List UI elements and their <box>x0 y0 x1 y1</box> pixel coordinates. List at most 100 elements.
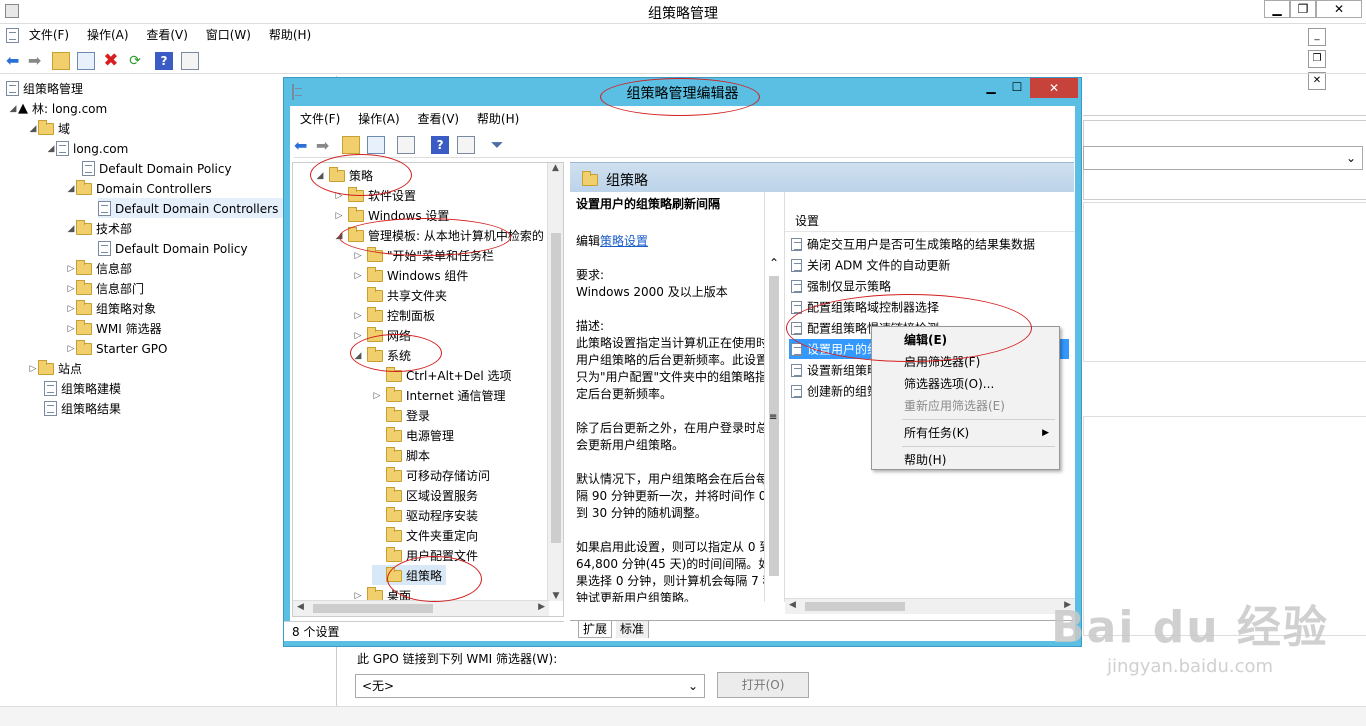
editor-tree-item[interactable]: ▷ Internet 通信管理 <box>372 385 505 405</box>
expander-closed-icon[interactable]: ▷ <box>66 299 76 319</box>
expander-closed-icon[interactable]: ▷ <box>334 206 344 226</box>
editor-tree-item[interactable]: 用户配置文件 <box>372 545 478 565</box>
description-vscrollbar[interactable]: ⌃ ≡ <box>764 192 782 602</box>
expander-open-icon[interactable]: ◢ <box>66 219 76 239</box>
expander-open-icon[interactable]: ◢ <box>8 99 18 119</box>
main-menu-window[interactable]: 窗口(W) <box>206 28 251 42</box>
scroll-right-icon[interactable]: ▶ <box>538 602 545 612</box>
expander-open-icon[interactable]: ◢ <box>315 166 325 186</box>
expander-closed-icon[interactable]: ▷ <box>334 186 344 206</box>
editor-menu-help[interactable]: 帮助(H) <box>477 112 519 126</box>
open-button[interactable]: 打开(O) <box>717 672 809 698</box>
setting-row[interactable]: 强制仅显示策略 <box>791 276 891 296</box>
show-tree-icon[interactable] <box>367 136 386 154</box>
editor-tree-item[interactable]: 脚本 <box>372 445 430 465</box>
scroll-left-icon[interactable]: ◀ <box>789 600 796 610</box>
delete-icon[interactable]: ✖ <box>103 50 125 71</box>
tree-item-gpo-objects[interactable]: ▷ 组策略对象 <box>66 298 156 318</box>
edit-policy-link[interactable]: 策略设置 <box>600 234 648 248</box>
editor-close-button[interactable]: ✕ <box>1030 78 1078 98</box>
help-icon[interactable]: ? <box>154 51 173 70</box>
scroll-thumb[interactable] <box>551 233 561 543</box>
tree-item-domains[interactable]: ◢ 域 <box>28 118 70 138</box>
editor-menu-action[interactable]: 操作(A) <box>358 112 400 126</box>
editor-tree-vscrollbar[interactable]: ▲ ▼ <box>547 163 563 601</box>
setting-row[interactable]: 配置组策略域控制器选择 <box>791 297 939 317</box>
tree-item-long-com[interactable]: ◢ long.com <box>46 138 128 158</box>
editor-menu-file[interactable]: 文件(F) <box>300 112 340 126</box>
scroll-thumb[interactable] <box>805 602 905 611</box>
editor-tree-item[interactable]: 组策略 <box>372 565 447 585</box>
main-menu-view[interactable]: 查看(V) <box>146 28 188 42</box>
scroll-up-icon[interactable]: ⌃ <box>769 256 779 270</box>
filter-icon[interactable]: ⏷ <box>491 135 504 155</box>
up-folder-icon[interactable] <box>51 51 70 70</box>
editor-tree-item[interactable]: ◢ 系统 <box>353 345 411 365</box>
editor-tree-item[interactable]: ▷ 控制面板 <box>353 305 435 325</box>
editor-tree-item[interactable]: ◢ 策略 <box>315 165 373 185</box>
main-close-button[interactable]: ✕ <box>1316 0 1362 18</box>
scroll-left-icon[interactable]: ◀ <box>297 602 304 612</box>
editor-tree-item[interactable]: 可移动存储访问 <box>372 465 490 485</box>
expander-open-icon[interactable]: ◢ <box>46 139 56 159</box>
editor-tree-item[interactable]: ▷ "开始"菜单和任务栏 <box>353 245 494 265</box>
wmi-select[interactable]: <无> ⌄ <box>355 674 705 698</box>
tree-item-dc-ou[interactable]: ◢ Domain Controllers <box>66 178 212 198</box>
up-folder-icon[interactable] <box>341 136 360 154</box>
ctx-filter-options[interactable]: 筛选器选项(O)... <box>872 373 1059 395</box>
tree-item-ddcp[interactable]: Default Domain Controllers <box>98 198 285 218</box>
help-icon[interactable]: ? <box>431 136 450 154</box>
editor-tree-item[interactable]: 登录 <box>372 405 430 425</box>
editor-tree-item[interactable]: ▷ Windows 组件 <box>353 265 468 285</box>
tree-item-starter[interactable]: ▷ Starter GPO <box>66 338 167 358</box>
editor-tree-item[interactable]: ▷ Windows 设置 <box>334 205 449 225</box>
settings-hscrollbar[interactable]: ◀ ▶ <box>785 598 1075 614</box>
properties-icon[interactable] <box>456 136 475 154</box>
detail-dropdown[interactable]: ⌄ <box>1083 146 1363 170</box>
editor-tree-hscrollbar[interactable]: ◀ ▶ <box>293 600 549 616</box>
ctx-help[interactable]: 帮助(H) <box>872 449 1059 471</box>
settings-header[interactable]: 设置 <box>785 210 1075 232</box>
tree-item-forest[interactable]: ◢ ▲ 林: long.com <box>8 98 108 119</box>
editor-tree-item[interactable]: 驱动程序安装 <box>372 505 478 525</box>
tree-item-sites[interactable]: ▷ 站点 <box>28 358 82 378</box>
editor-minimize-button[interactable]: ▁ <box>978 78 1004 98</box>
setting-row[interactable]: 关闭 ADM 文件的自动更新 <box>791 255 950 275</box>
expander-closed-icon[interactable]: ▷ <box>353 246 363 266</box>
editor-tree-item[interactable]: Ctrl+Alt+Del 选项 <box>372 365 511 385</box>
tree-item-tech-ddp[interactable]: Default Domain Policy <box>98 238 248 258</box>
scroll-thumb[interactable] <box>313 604 433 613</box>
expander-closed-icon[interactable]: ▷ <box>353 306 363 326</box>
editor-tree-item[interactable]: ▷ 网络 <box>353 325 411 345</box>
mdi-minimize-button[interactable]: _ <box>1308 27 1326 46</box>
ctx-edit[interactable]: 编辑(E) <box>872 329 1059 351</box>
tab-extended[interactable]: 扩展 <box>578 621 613 638</box>
ctx-enable-filter[interactable]: 启用筛选器(F) <box>872 351 1059 373</box>
tree-item-ddp[interactable]: Default Domain Policy <box>82 158 232 178</box>
expander-closed-icon[interactable]: ▷ <box>66 259 76 279</box>
editor-menu-view[interactable]: 查看(V) <box>418 112 460 126</box>
main-restore-button[interactable]: ❐ <box>1290 0 1316 18</box>
tree-item-wmi[interactable]: ▷ WMI 筛选器 <box>66 318 162 338</box>
ctx-reapply-filter[interactable]: 重新应用筛选器(E) <box>872 395 1059 417</box>
tree-item-gpm[interactable]: 组策略管理 <box>6 78 83 98</box>
expander-closed-icon[interactable]: ▷ <box>66 279 76 299</box>
expander-closed-icon[interactable]: ▷ <box>353 266 363 286</box>
expander-closed-icon[interactable]: ▷ <box>66 319 76 339</box>
tree-item-tech[interactable]: ◢ 技术部 <box>66 218 132 238</box>
main-menu-help[interactable]: 帮助(H) <box>269 28 311 42</box>
expander-closed-icon[interactable]: ▷ <box>28 359 38 379</box>
back-arrow-icon[interactable]: ⬅ <box>6 51 24 70</box>
properties-icon[interactable] <box>180 51 199 70</box>
editor-tree-item[interactable]: ▷ 软件设置 <box>334 185 416 205</box>
export-list-icon[interactable] <box>397 136 416 154</box>
forward-arrow-icon[interactable]: ➡ <box>316 136 338 155</box>
tree-item-modeling[interactable]: 组策略建模 <box>44 378 121 398</box>
scroll-thumb[interactable] <box>769 276 779 576</box>
tree-item-info[interactable]: ▷ 信息部 <box>66 258 132 278</box>
expander-open-icon[interactable]: ◢ <box>66 179 76 199</box>
expander-open-icon[interactable]: ◢ <box>28 119 38 139</box>
editor-tree-item[interactable]: ◢ 管理模板: 从本地计算机中检索的 <box>334 225 544 245</box>
main-menu-file[interactable]: 文件(F) <box>29 28 69 42</box>
editor-tree-item[interactable]: 文件夹重定向 <box>372 525 478 545</box>
